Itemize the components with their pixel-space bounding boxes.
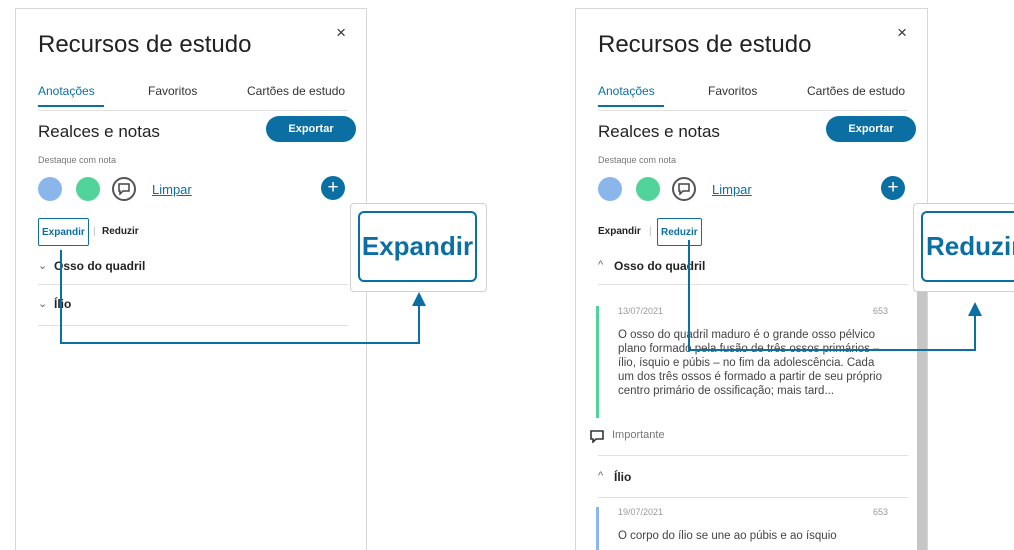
zoom-label: Expandir (358, 211, 477, 282)
callout-arrows (60, 240, 982, 351)
zoom-callout-expand: Expandir (350, 203, 487, 292)
zoom-callout-collapse: Reduzir (913, 203, 1014, 292)
zoom-label: Reduzir (921, 211, 1014, 282)
